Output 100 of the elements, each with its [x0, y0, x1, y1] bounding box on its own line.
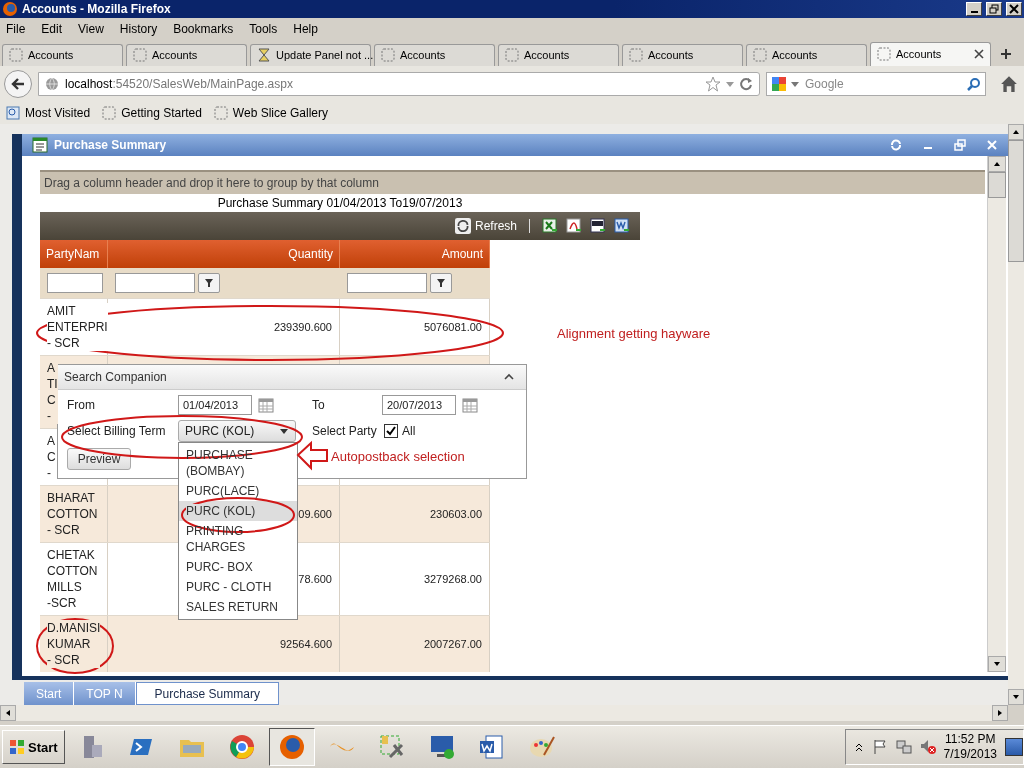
billing-term-dropdown[interactable]: PURC (KOL)	[178, 420, 296, 442]
address-field[interactable]: localhost:54520/SalesWeb/MainPage.aspx	[38, 71, 760, 96]
scrollbar[interactable]	[0, 705, 1008, 722]
close-button[interactable]	[1006, 1, 1022, 16]
bookmark-item[interactable]: Most Visited	[6, 105, 91, 120]
left-arrow-icon[interactable]	[4, 709, 12, 718]
filter-input[interactable]	[347, 273, 427, 294]
back-arrow-icon	[10, 75, 26, 92]
minimize-button[interactable]	[966, 1, 982, 16]
back-button[interactable]	[4, 69, 32, 98]
browser-tab[interactable]: Accounts	[498, 43, 619, 66]
browser-tab[interactable]: Accounts	[374, 43, 495, 66]
menu-item[interactable]: Tools	[249, 21, 278, 36]
browser-tab[interactable]: Accounts	[870, 41, 991, 66]
spreadsheet-export-icon[interactable]	[542, 218, 558, 235]
document-export-icon[interactable]	[614, 218, 630, 235]
flag-icon[interactable]	[871, 739, 888, 756]
table-cell: 2007267.00	[423, 638, 482, 651]
show-desktop-button[interactable]	[1005, 738, 1023, 757]
reload-icon[interactable]	[739, 76, 753, 91]
restore-button[interactable]	[986, 1, 1002, 16]
page-icon	[102, 105, 117, 120]
page-icon	[629, 48, 643, 63]
dropdown-option[interactable]: PURC - CLOTH	[179, 577, 297, 597]
collapse-icon[interactable]	[504, 372, 514, 382]
menu-item[interactable]: File	[6, 21, 26, 36]
refresh-button[interactable]: Refresh	[454, 218, 517, 235]
page-icon	[213, 105, 228, 120]
dropdown-option[interactable]: PURC(LACE)	[179, 481, 297, 501]
browser-tab[interactable]: Accounts	[622, 43, 743, 66]
filter-input[interactable]	[115, 273, 195, 294]
dropdown-option[interactable]: PURC- BOX	[179, 557, 297, 577]
browser-tab[interactable]: Accounts	[126, 43, 247, 66]
checkbox-label: All	[402, 424, 416, 438]
annotation-text: Alignment getting hayware	[557, 326, 711, 341]
chevron-icon[interactable]	[853, 742, 864, 753]
browser-tab[interactable]: Accounts	[746, 43, 867, 66]
refresh-icon[interactable]	[890, 139, 902, 152]
restore-icon[interactable]	[954, 139, 966, 152]
filter-button[interactable]	[198, 273, 220, 294]
search-icon[interactable]	[967, 76, 981, 91]
close-icon[interactable]	[974, 49, 984, 60]
bookmark-folder-icon	[6, 105, 20, 120]
browser-logo-icon	[2, 0, 18, 17]
dropdown-option[interactable]: SALES RETURN	[179, 597, 297, 617]
star-icon[interactable]	[705, 75, 721, 92]
date-field[interactable]: 01/04/2013	[178, 395, 252, 415]
preview-button[interactable]: Preview	[67, 448, 131, 470]
close-icon	[1009, 3, 1019, 14]
browser-tab[interactable]: Update Panel not ...	[250, 43, 371, 66]
grid-caption: Purchase Summary 01/04/2013 To19/07/2013	[216, 195, 464, 213]
csv-export-icon[interactable]	[590, 218, 606, 235]
field-label: Select Party	[312, 424, 378, 438]
menu-item[interactable]: Bookmarks	[173, 21, 234, 36]
pdf-export-icon[interactable]	[566, 218, 582, 235]
group-panel: Drag a column header and drop it here to group by that column	[40, 170, 985, 195]
browser-tab[interactable]: Accounts	[2, 43, 123, 66]
scrollbar[interactable]	[987, 156, 1006, 673]
calendar-icon[interactable]	[258, 397, 274, 413]
all-checkbox[interactable]	[384, 424, 398, 438]
list-icon	[32, 137, 48, 154]
table-cell: A TI C -	[47, 360, 58, 425]
bookmark-item[interactable]: Web Slice Gallery	[213, 105, 328, 120]
table-cell: 78.600	[298, 573, 332, 586]
network-icon[interactable]	[895, 739, 912, 756]
search-engine-icon[interactable]	[771, 75, 787, 92]
bookmark-item[interactable]: Getting Started	[102, 105, 202, 120]
page-icon	[381, 48, 395, 63]
filter-button[interactable]	[430, 273, 452, 294]
menu-item[interactable]: History	[119, 21, 158, 36]
panel-tab[interactable]: Purchase Summary	[135, 682, 279, 706]
windows-logo-icon	[9, 739, 25, 756]
browser-icon[interactable]	[268, 728, 315, 767]
dropdown-option[interactable]: PURC (KOL)	[179, 501, 297, 521]
plus-icon	[1000, 47, 1012, 60]
scrollbar-thumb[interactable]	[988, 172, 1006, 199]
start-button[interactable]: Start	[2, 730, 65, 765]
scrollbar[interactable]	[1008, 124, 1024, 706]
calendar-icon[interactable]	[462, 397, 478, 413]
page-icon	[9, 48, 23, 63]
filter-input[interactable]	[47, 273, 103, 294]
panel-title: Purchase Summary	[54, 138, 167, 153]
date-field[interactable]: 20/07/2013	[382, 395, 456, 415]
up-arrow-icon[interactable]	[993, 160, 1001, 169]
menu-item[interactable]: Help	[293, 21, 318, 36]
right-arrow-icon[interactable]	[996, 709, 1004, 718]
search-box[interactable]: Google	[766, 71, 986, 96]
table-cell: 5076081.00	[423, 321, 482, 334]
menu-item[interactable]: View	[78, 21, 104, 36]
caret-icon	[279, 426, 289, 436]
field-label: From	[67, 398, 96, 412]
home-icon[interactable]	[1000, 74, 1018, 93]
speaker-muted-icon[interactable]	[919, 739, 936, 756]
window-title: Accounts - Mozilla Firefox	[22, 1, 171, 16]
panel-title: Search Companion	[64, 370, 167, 384]
table-cell: AMIT ENTERPRI - SCR	[47, 303, 108, 352]
field-label: To	[312, 398, 326, 412]
up-arrow-icon[interactable]	[1012, 128, 1020, 137]
scrollbar-thumb[interactable]	[1008, 140, 1024, 263]
menu-item[interactable]: Edit	[41, 21, 63, 36]
